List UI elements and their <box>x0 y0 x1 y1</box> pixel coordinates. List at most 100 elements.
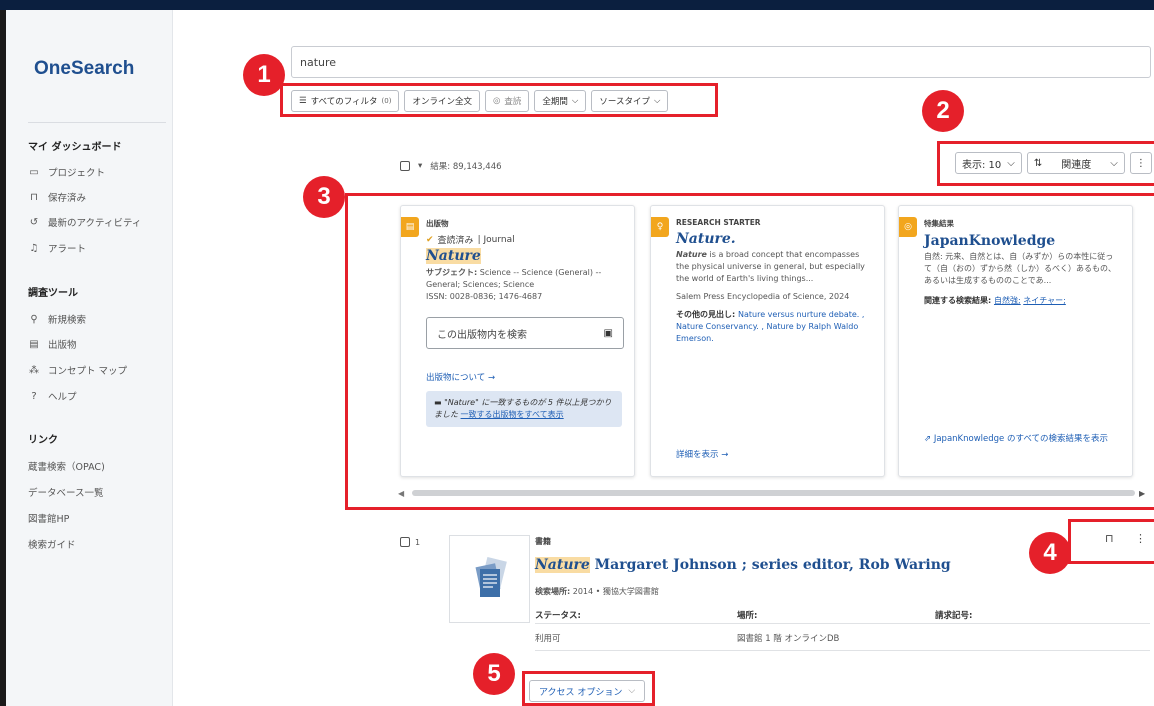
sidebar-item-projects[interactable]: ▭ プロジェクト <box>28 165 106 180</box>
info-icon: ▬ <box>434 398 442 407</box>
select-dropdown-icon[interactable]: ▾ <box>418 161 422 171</box>
notice-box: ▬ "Nature" に一致するものが 5 件以上見つかりました 一致する出版物… <box>426 391 622 427</box>
title-rest: Margaret Johnson ; series editor, Rob Wa… <box>589 557 951 573</box>
search-input[interactable]: nature <box>291 46 1151 78</box>
result-title[interactable]: Nature Margaret Johnson ; series editor,… <box>535 557 951 573</box>
peer-reviewed-label: 査読 <box>504 97 522 107</box>
page-size-label: 表示: 10 <box>962 159 1002 171</box>
scroll-right-icon[interactable]: ▶ <box>1139 489 1145 498</box>
sidebar-link-library-hp[interactable]: 図書館HP <box>28 511 69 525</box>
place-header: 場所: <box>737 611 758 621</box>
scroll-thumb[interactable] <box>412 490 1135 496</box>
about-publication-link[interactable]: 出版物について → <box>426 371 622 383</box>
online-fulltext-button[interactable]: オンライン全文 <box>404 90 480 112</box>
other-heading-link[interactable]: Nature versus nurture debate. , <box>738 310 864 319</box>
results-count: 結果: 89,143,446 <box>430 162 502 172</box>
chevron-down-icon: ⌵ <box>1007 157 1015 169</box>
research-starter-card: ♀ RESEARCH STARTER Nature. Nature is a b… <box>650 205 885 477</box>
globe-icon: ◎ <box>899 217 917 237</box>
sidebar-item-alerts[interactable]: ♫ アラート <box>28 241 87 256</box>
card-kind: 出版物 <box>426 219 449 228</box>
sidebar-item-label: 出版物 <box>48 340 77 351</box>
related-link[interactable]: ネイチャー; <box>1023 296 1066 305</box>
all-filters-button[interactable]: ☰ すべてのフィルタ (0) <box>291 90 400 112</box>
sidebar-divider <box>28 122 166 123</box>
sidebar-heading-dashboard: マイ ダッシュボード <box>28 142 122 153</box>
check-badge-icon: ✔ <box>426 234 434 245</box>
top-bar <box>0 0 1154 10</box>
sidebar-heading-tools: 調査ツール <box>28 288 78 299</box>
show-details-link[interactable]: 詳細を表示 → <box>676 448 728 460</box>
place-value: 図書館 1 階 オンラインDB <box>737 634 840 644</box>
sidebar: OneSearch マイ ダッシュボード ▭ プロジェクト ⊓ 保存済み ↺ 最新のア… <box>6 10 173 706</box>
source-type-dropdown[interactable]: ソースタイプ ⌵ <box>591 90 669 112</box>
status-value: 利用可 <box>535 634 561 644</box>
featured-result-card: ◎ 特集結果 JapanKnowledge 自然: 元来、自然とは、自（みずか）… <box>898 205 1133 477</box>
card-title[interactable]: Nature <box>426 248 481 264</box>
annotation-badge-3: 3 <box>303 176 345 218</box>
subject-label: サブジェクト: <box>426 268 478 277</box>
sidebar-item-saved[interactable]: ⊓ 保存済み <box>28 190 86 205</box>
card-kind: RESEARCH STARTER <box>676 218 761 227</box>
sidebar-link-search-guide[interactable]: 検索ガイド <box>28 537 76 551</box>
more-options-button[interactable]: ⋮ <box>1129 152 1152 174</box>
access-options-button[interactable]: アクセス オプション ⌵ <box>529 680 646 702</box>
kebab-icon[interactable]: ⋮ <box>1135 532 1146 545</box>
book-thumbnail[interactable] <box>449 535 530 623</box>
page-size-select[interactable]: 表示: 10 ⌵ <box>955 152 1022 174</box>
publication-tag-icon: ▤ <box>401 217 419 237</box>
app-logo[interactable]: OneSearch <box>34 58 134 80</box>
sidebar-item-activity[interactable]: ↺ 最新のアクティビティ <box>28 215 142 230</box>
display-controls: 表示: 10 ⌵ ⇅ 関連度 ⌵ ⋮ <box>955 152 1152 174</box>
summary-highlight: Nature <box>676 250 707 259</box>
sidebar-item-publications[interactable]: ▤ 出版物 <box>28 337 77 352</box>
sidebar-item-label: プロジェクト <box>48 168 106 179</box>
card-title[interactable]: Nature. <box>676 231 872 247</box>
sidebar-link-databases[interactable]: データベース一覧 <box>28 485 104 499</box>
radio-icon: ◎ <box>492 96 501 106</box>
related-label: 関連する検索結果: <box>924 296 994 305</box>
all-results-link[interactable]: ⇗ JapanKnowledge のすべての検索結果を表示 <box>924 434 1124 446</box>
location-label: 検索場所: <box>535 587 571 596</box>
sidebar-link-opac[interactable]: 蔵書検索（OPAC) <box>28 459 105 473</box>
other-headings-label: その他の見出し: <box>676 310 738 319</box>
issn: ISSN: 0028-0836; 1476-4687 <box>426 292 543 301</box>
sidebar-item-label: 新規検索 <box>48 315 87 326</box>
sidebar-item-help[interactable]: ? ヘルプ <box>28 389 76 404</box>
sidebar-item-concept-map[interactable]: ⁂ コンセプト マップ <box>28 363 128 378</box>
annotation-badge-2: 2 <box>922 90 964 132</box>
bookmark-icon[interactable]: ⊓ <box>1105 532 1114 545</box>
history-icon: ↺ <box>29 216 39 228</box>
card-title[interactable]: JapanKnowledge <box>924 233 1120 249</box>
result-location: 検索場所: 2014 • 獨協大学図書館 <box>535 586 659 597</box>
lightbulb-icon: ♀ <box>651 217 669 237</box>
result-number: 1 <box>415 537 421 547</box>
title-highlight: Nature <box>535 557 590 573</box>
folder-icon: ▭ <box>29 166 39 178</box>
sidebar-item-new-search[interactable]: ⚲ 新規検索 <box>28 312 87 327</box>
table-divider <box>535 650 1150 651</box>
show-all-matching-link[interactable]: 一致する出版物をすべて表示 <box>461 410 564 419</box>
all-filters-label: すべてのフィルタ <box>310 97 378 107</box>
callno-header: 請求記号: <box>935 611 973 621</box>
peer-reviewed-toggle[interactable]: ◎ 査読 <box>484 90 530 112</box>
select-all-checkbox[interactable] <box>400 161 410 171</box>
related-link[interactable]: 自然強; <box>994 296 1021 305</box>
all-results-label: JapanKnowledge のすべての検索結果を表示 <box>933 434 1109 444</box>
book-document-icon <box>475 557 507 597</box>
period-dropdown[interactable]: 全期間 ⌵ <box>534 90 587 112</box>
sidebar-item-label: コンセプト マップ <box>48 366 128 377</box>
other-heading-link[interactable]: Nature Conservancy. , <box>676 322 764 331</box>
search-within-placeholder: この出版物内を検索 <box>437 329 527 341</box>
scroll-left-icon[interactable]: ◀ <box>398 489 404 498</box>
chevron-down-icon: ⌵ <box>1110 157 1118 169</box>
result-checkbox[interactable] <box>400 537 410 547</box>
sort-select[interactable]: ⇅ 関連度 ⌵ <box>1026 152 1125 174</box>
chevron-down-icon: ⌵ <box>571 96 579 106</box>
period-label: 全期間 <box>542 97 568 107</box>
card-scrollbar[interactable]: ◀ ▶ <box>398 488 1153 498</box>
bookmark-icon: ⊓ <box>30 191 38 203</box>
chevron-down-icon: ⌵ <box>653 96 661 106</box>
search-within-input[interactable]: この出版物内を検索 ▣ <box>426 317 624 349</box>
filter-bar: ☰ すべてのフィルタ (0) オンライン全文 ◎ 査読 全期間 ⌵ ソースタイプ ⌵ <box>285 86 715 116</box>
